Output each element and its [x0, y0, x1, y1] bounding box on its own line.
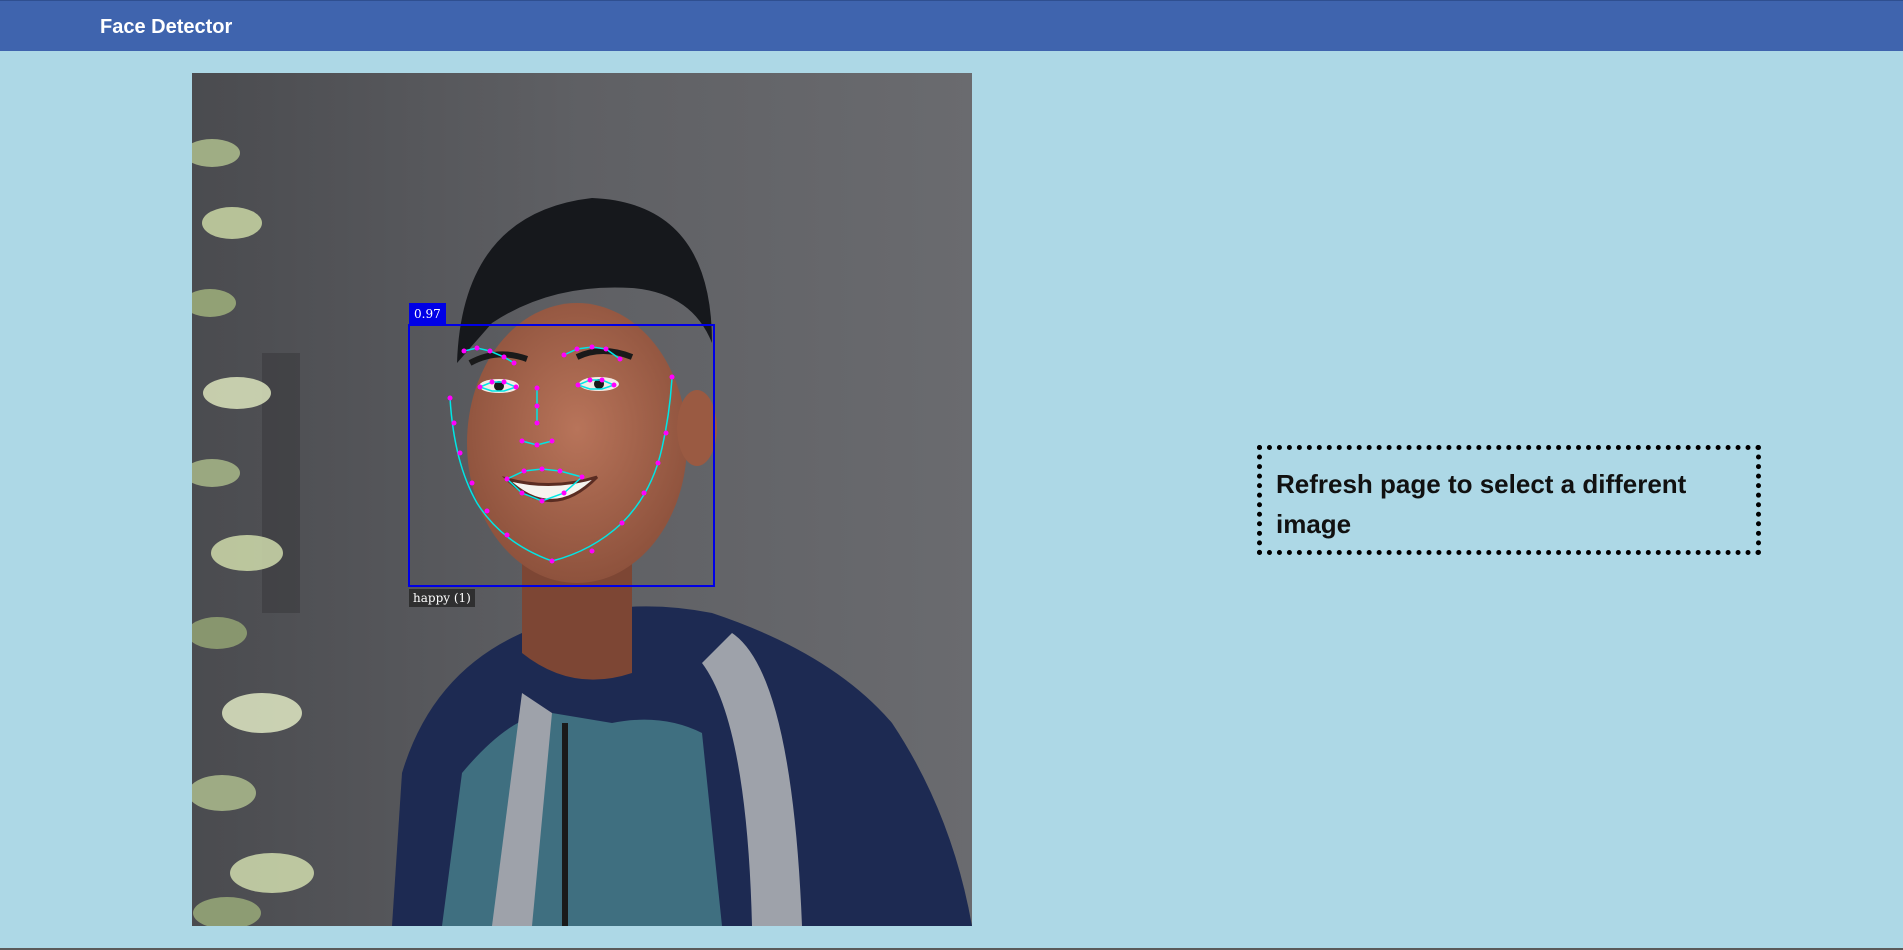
landmark-points	[447, 344, 675, 564]
app-title: Face Detector	[100, 16, 233, 38]
detection-score-label: 0.97	[409, 303, 446, 325]
landmark-overlay	[408, 324, 715, 587]
detected-photo	[192, 73, 972, 926]
app-header: Face Detector	[0, 0, 1903, 51]
expression-label: happy (1)	[409, 589, 475, 607]
landmark-lines	[449, 346, 673, 562]
face-bounding-box	[408, 324, 715, 587]
refresh-notice: Refresh page to select a different image	[1257, 445, 1761, 555]
refresh-notice-text: Refresh page to select a different image	[1276, 469, 1687, 539]
